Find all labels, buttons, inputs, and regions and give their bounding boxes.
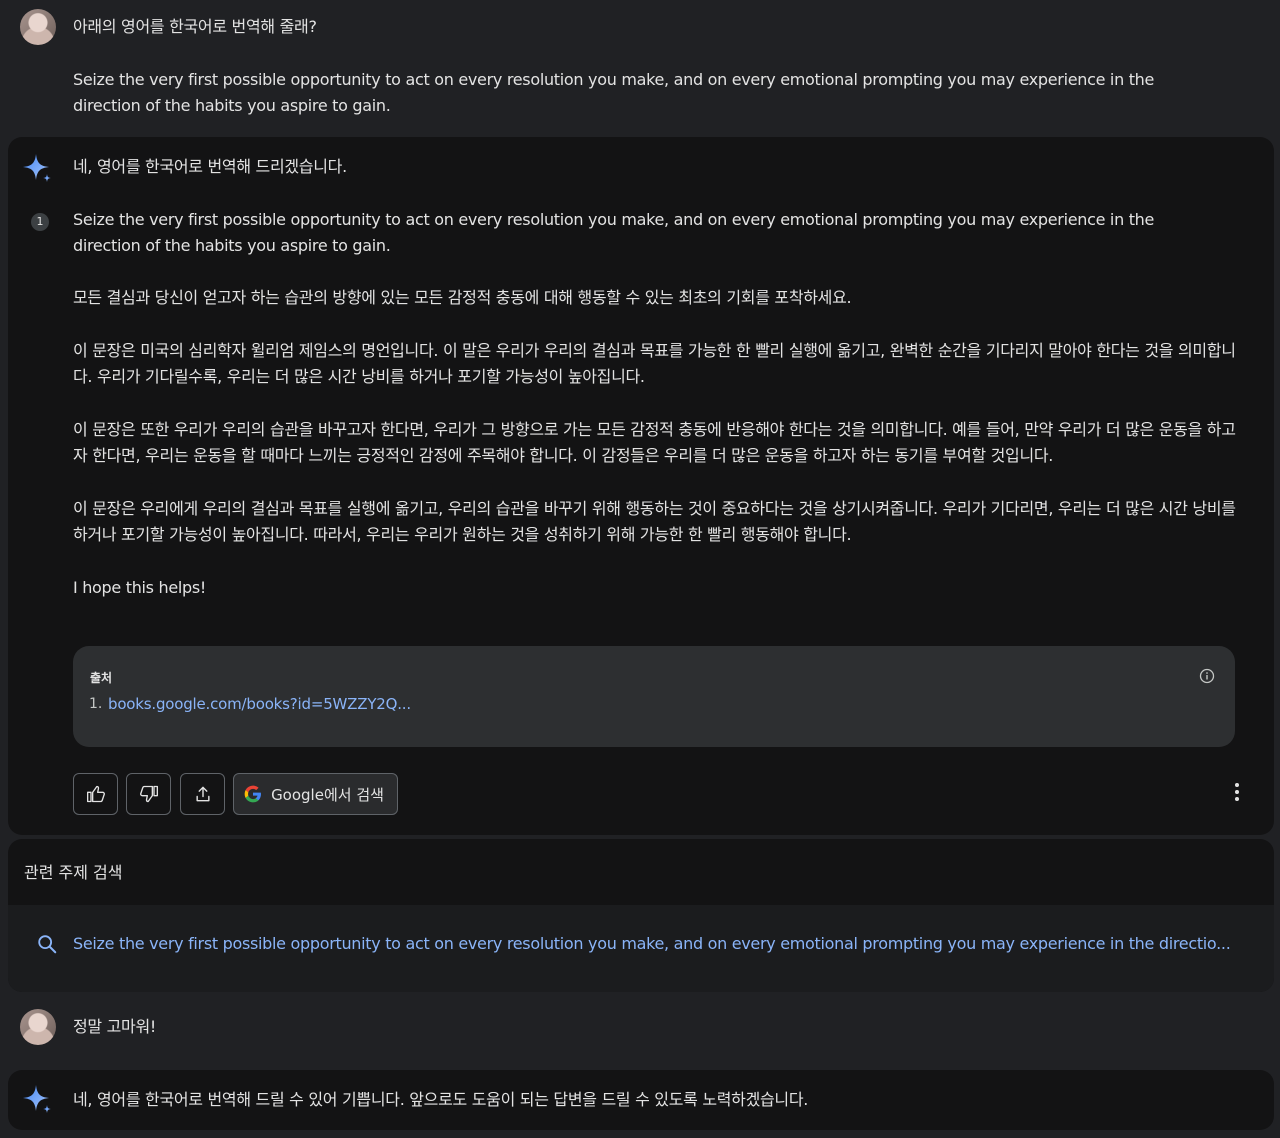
thumbs-down-icon	[139, 785, 158, 803]
google-search-button[interactable]: Google에서 검색	[233, 773, 398, 815]
related-search-title: 관련 주제 검색	[24, 863, 123, 882]
source-number: 1.	[89, 696, 103, 712]
thumbs-down-button[interactable]	[126, 773, 171, 815]
search-icon	[38, 935, 57, 954]
thumbs-up-button[interactable]	[73, 773, 118, 815]
response-closing: I hope this helps!	[73, 578, 207, 597]
response-paragraph-1: 이 문장은 미국의 심리학자 윌리엄 제임스의 명언입니다. 이 말은 우리가 …	[73, 341, 1236, 386]
response-text: 네, 영어를 한국어로 번역해 드릴 수 있어 기쁩니다. 앞으로도 도움이 되…	[73, 1090, 809, 1109]
user-message-line1: 아래의 영어를 한국어로 번역해 줄래?	[73, 17, 317, 36]
info-icon[interactable]	[1199, 668, 1215, 684]
user-message-quote: Seize the very first possible opportunit…	[73, 70, 1155, 115]
related-search-item[interactable]: Seize the very first possible opportunit…	[8, 905, 1274, 992]
share-icon	[195, 786, 210, 802]
user-message: 아래의 영어를 한국어로 번역해 줄래? Seize the very firs…	[0, 0, 1280, 136]
citation-marker[interactable]: 1	[31, 213, 49, 231]
thumbs-up-icon	[86, 785, 105, 803]
user-message-text: 정말 고마워!	[73, 1017, 157, 1036]
sources-panel: 출처 1. books.google.com/books?id=5WZZY2Q.…	[73, 646, 1235, 747]
response-paragraph-2: 이 문장은 또한 우리가 우리의 습관을 바꾸고자 한다면, 우리가 그 방향으…	[73, 420, 1236, 465]
google-search-label: Google에서 검색	[271, 785, 384, 804]
more-vert-icon[interactable]	[1234, 781, 1240, 803]
response-card: 네, 영어를 한국어로 번역해 드리겠습니다. 1 Seize the very…	[8, 137, 1274, 835]
share-button[interactable]	[180, 773, 225, 815]
response-paragraph-3: 이 문장은 우리에게 우리의 결심과 목표를 실행에 옮기고, 우리의 습관을 …	[73, 499, 1236, 544]
user-avatar	[20, 9, 56, 45]
response-quote: Seize the very first possible opportunit…	[73, 210, 1155, 255]
user-avatar	[20, 1009, 56, 1045]
google-g-icon	[244, 785, 262, 803]
sources-title: 출처	[90, 671, 113, 685]
response-card: 네, 영어를 한국어로 번역해 드릴 수 있어 기쁩니다. 앞으로도 도움이 되…	[8, 1070, 1274, 1130]
user-message: 정말 고마워!	[0, 996, 1280, 1066]
source-link[interactable]: books.google.com/books?id=5WZZY2Q...	[108, 695, 411, 713]
response-intro: 네, 영어를 한국어로 번역해 드리겠습니다.	[73, 157, 347, 176]
sparkle-icon	[23, 1085, 51, 1113]
sparkle-icon	[23, 154, 51, 182]
related-search-card: 관련 주제 검색 Seize the very first possible o…	[8, 839, 1274, 992]
response-translation: 모든 결심과 당신이 얻고자 하는 습관의 방향에 있는 모든 감정적 충동에 …	[73, 288, 852, 307]
related-search-query[interactable]: Seize the very first possible opportunit…	[73, 934, 1243, 953]
